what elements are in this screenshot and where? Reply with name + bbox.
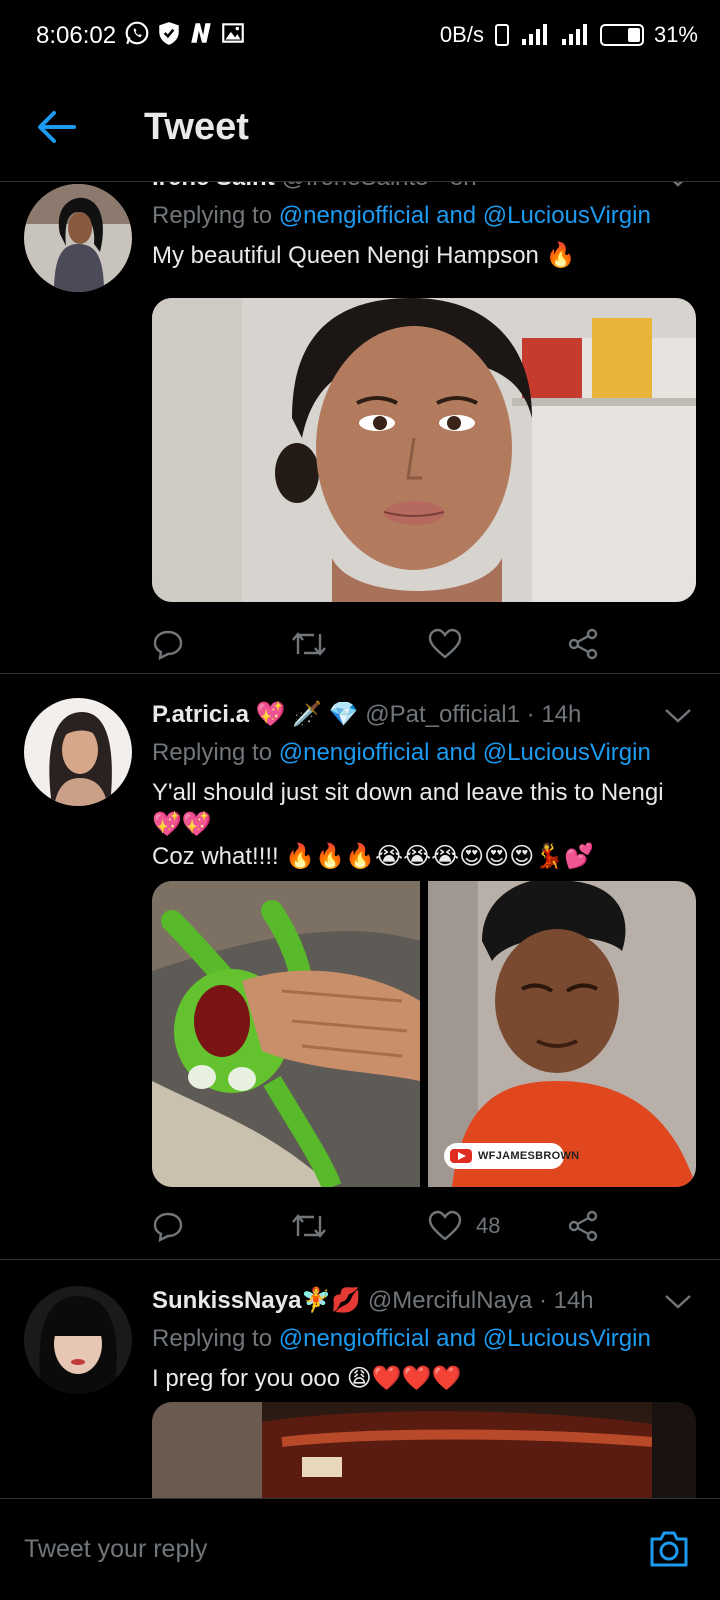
tweet-time: · 14h	[538, 1287, 594, 1314]
battery-icon	[599, 24, 644, 46]
replying-prefix: Replying to	[152, 1325, 273, 1352]
back-arrow-icon[interactable]	[36, 110, 76, 144]
avatar[interactable]	[24, 184, 132, 292]
avatar[interactable]	[24, 1286, 132, 1394]
tweet-image[interactable]	[152, 298, 696, 602]
status-time: 8:06:02	[36, 22, 117, 49]
avatar[interactable]	[24, 698, 132, 806]
tweet-2[interactable]: P.atrici.a 💖 🗡️ 💎 @Pat_official1 · 14h R…	[0, 674, 720, 1260]
tweet-content: Irene Saint @IreneSaint3 · 8h Replying t…	[152, 182, 682, 272]
retweet-icon	[292, 632, 326, 656]
author-name[interactable]: SunkissNaya🧚💋	[152, 1287, 361, 1314]
share-button[interactable]	[566, 1210, 600, 1242]
tweet-1[interactable]: Irene Saint @IreneSaint3 · 8h Replying t…	[0, 182, 720, 674]
author-handle[interactable]: @MercifulNaya	[368, 1287, 532, 1314]
gallery-icon	[222, 23, 244, 43]
tweet-header: SunkissNaya🧚💋 @MercifulNaya · 14h	[152, 1286, 682, 1315]
tweet-header: P.atrici.a 💖 🗡️ 💎 @Pat_official1 · 14h	[152, 700, 682, 729]
replying-mentions[interactable]: @nengiofficial and @LuciousVirgin	[279, 202, 651, 229]
tweet-actions	[152, 628, 622, 668]
tweet-time: · 8h	[435, 182, 476, 191]
n-app-icon	[191, 23, 211, 43]
like-button[interactable]	[428, 628, 462, 660]
shield-icon	[159, 22, 179, 45]
replying-mentions[interactable]: @nengiofficial and @LuciousVirgin	[279, 1325, 651, 1352]
chevron-down-icon[interactable]	[664, 182, 692, 188]
tweet-image[interactable]	[152, 1402, 696, 1498]
notification-icons	[124, 20, 246, 46]
tweet-header: Irene Saint @IreneSaint3 · 8h	[152, 182, 682, 192]
share-button[interactable]	[566, 628, 600, 660]
tweet-text: I preg for you ooo 😩❤️❤️❤️	[152, 1365, 462, 1392]
media-watermark: WFJAMESBROWN	[478, 1150, 580, 1162]
reply-button[interactable]	[152, 1210, 184, 1242]
tweet-media-grid[interactable]: WFJAMESBROWN	[152, 881, 696, 1187]
top-app-bar: Tweet	[0, 72, 720, 182]
status-right: 0B/s 31%	[440, 22, 698, 48]
replying-mentions[interactable]: @nengiofficial and @LuciousVirgin	[279, 739, 651, 766]
chevron-down-icon[interactable]	[664, 708, 692, 724]
replying-prefix: Replying to	[152, 739, 273, 766]
network-speed: 0B/s	[439, 22, 484, 47]
kermit-image[interactable]	[152, 881, 420, 1187]
reply-feed[interactable]: Irene Saint @IreneSaint3 · 8h Replying t…	[0, 182, 720, 1498]
like-button[interactable]: 48	[428, 1210, 500, 1242]
chevron-down-icon[interactable]	[664, 1294, 692, 1310]
author-handle[interactable]: @Pat_official1	[365, 701, 520, 728]
tweet-time: · 14h	[526, 701, 582, 728]
tweet-text: Y'all should just sit down and leave thi…	[152, 779, 664, 838]
tweet-3[interactable]: SunkissNaya🧚💋 @MercifulNaya · 14h Replyi…	[0, 1260, 720, 1498]
heart-icon	[428, 1210, 462, 1241]
reply-composer[interactable]: Tweet your reply	[0, 1498, 720, 1600]
author-name[interactable]: P.atrici.a 💖 🗡️ 💎	[152, 701, 359, 728]
reply-button[interactable]	[152, 628, 184, 660]
tweet-text-line-2: Coz what!!!! 🔥🔥🔥😭😭😭😍😍😍💃💕	[152, 843, 594, 870]
author-handle[interactable]: @IreneSaint3	[281, 182, 428, 191]
camera-icon[interactable]	[648, 1529, 690, 1569]
status-bar: 8:06:02 0B/s 31%	[0, 0, 720, 72]
tweet-text: My beautiful Queen Nengi Hampson 🔥	[152, 242, 576, 269]
signal-icon-2	[561, 24, 587, 45]
like-count: 48	[476, 1213, 501, 1238]
replying-to: Replying to @nengiofficial and @LuciousV…	[152, 739, 682, 767]
author-name[interactable]: Irene Saint	[152, 182, 275, 191]
replying-to: Replying to @nengiofficial and @LuciousV…	[152, 1325, 682, 1353]
heart-icon	[428, 628, 462, 659]
reaction-image[interactable]	[428, 881, 696, 1187]
share-icon	[568, 628, 598, 660]
replying-prefix: Replying to	[152, 202, 273, 229]
reply-icon	[153, 630, 183, 660]
tweet-content: SunkissNaya🧚💋 @MercifulNaya · 14h Replyi…	[152, 1286, 682, 1395]
whatsapp-icon	[125, 21, 149, 45]
battery-level: 31%	[653, 22, 698, 47]
share-icon	[568, 1210, 598, 1242]
reply-input-placeholder[interactable]: Tweet your reply	[24, 1535, 207, 1564]
reply-icon	[153, 1212, 183, 1242]
page-title: Tweet	[144, 106, 249, 148]
tweet-content: P.atrici.a 💖 🗡️ 💎 @Pat_official1 · 14h R…	[152, 700, 682, 873]
retweet-icon	[292, 1214, 326, 1238]
tweet-actions: 48	[152, 1210, 622, 1250]
phone-icon	[494, 24, 509, 46]
replying-to: Replying to @nengiofficial and @LuciousV…	[152, 202, 682, 230]
retweet-button[interactable]	[290, 628, 328, 660]
signal-icon-1	[521, 24, 547, 45]
retweet-button[interactable]	[290, 1210, 328, 1242]
